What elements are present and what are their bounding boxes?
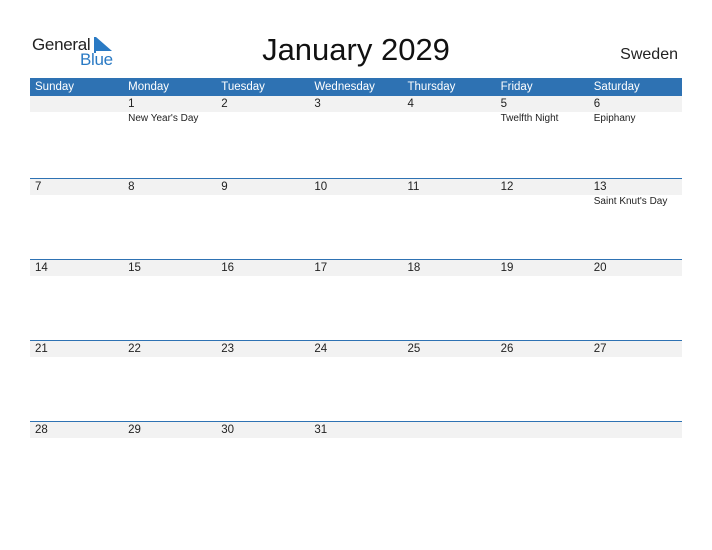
- weekday-header-friday: Friday: [500, 81, 533, 93]
- weekday-header-tuesday: Tuesday: [221, 81, 265, 93]
- week-row: 1 2 3 4 5 6 New Year's Day Twelfth Night Epiphan…: [30, 96, 682, 177]
- day-number: 17: [314, 262, 328, 274]
- day-number: [496, 422, 589, 438]
- day-number: 30: [221, 424, 235, 436]
- day-number: 6: [593, 98, 601, 110]
- date-number-row: 14 15 16 17 18 19 20: [30, 260, 682, 276]
- day-number: 31: [314, 424, 328, 436]
- date-number-row: 28 29 30 31: [30, 422, 682, 438]
- day-number: 21: [35, 343, 48, 355]
- holiday-label: [216, 112, 309, 126]
- holiday-label: Epiphany: [593, 113, 636, 124]
- date-number-row: 21 22 23 24 25 26 27: [30, 341, 682, 357]
- week-row: 7 8 9 10 11 12 13 Saint Knut's Day: [30, 178, 682, 260]
- day-number: 12: [500, 181, 514, 193]
- holiday-label: [309, 195, 402, 209]
- holiday-label: [403, 112, 496, 126]
- day-number: 2: [221, 98, 228, 110]
- week-row: 21 22 23 24 25 26 27: [30, 340, 682, 422]
- holiday-label: New Year's Day: [128, 113, 199, 124]
- day-number: 24: [314, 343, 328, 355]
- day-number: 14: [35, 262, 48, 274]
- holiday-label: [30, 112, 123, 126]
- day-number: 16: [221, 262, 235, 274]
- holiday-label: [216, 195, 309, 209]
- holiday-label: [496, 195, 589, 209]
- weekday-header-sunday: Sunday: [35, 81, 75, 93]
- day-number: [30, 96, 123, 112]
- holiday-label: [309, 112, 402, 126]
- week-row: 14 15 16 17 18 19 20: [30, 259, 682, 341]
- day-number: 11: [407, 181, 420, 193]
- day-number: 1: [128, 98, 135, 110]
- weekday-header-monday: Monday: [128, 81, 170, 93]
- event-row: New Year's Day Twelfth Night Epiphany: [30, 112, 682, 126]
- day-number: 8: [128, 181, 135, 193]
- day-number: [403, 422, 496, 438]
- day-number: 15: [128, 262, 141, 274]
- day-number: 19: [500, 262, 514, 274]
- weekday-header-saturday: Saturday: [593, 81, 640, 93]
- week-row: 28 29 30 31: [30, 421, 682, 503]
- holiday-label: [123, 195, 216, 209]
- weekday-header-row: Sunday Monday Tuesday Wednesday Thursday…: [30, 78, 682, 96]
- day-number: 22: [128, 343, 141, 355]
- weekday-header-thursday: Thursday: [407, 81, 456, 93]
- day-number: 26: [500, 343, 514, 355]
- weekday-header-wednesday: Wednesday: [314, 81, 375, 93]
- day-number: 27: [593, 343, 607, 355]
- day-number: 5: [500, 98, 508, 110]
- day-number: 4: [407, 98, 414, 110]
- country-label: Sweden: [620, 46, 678, 63]
- event-row: Saint Knut's Day: [30, 195, 682, 209]
- day-number: 29: [128, 424, 141, 436]
- day-number: 9: [221, 181, 228, 193]
- day-number: 25: [407, 343, 421, 355]
- holiday-label: Saint Knut's Day: [593, 196, 668, 207]
- day-number: 28: [35, 424, 48, 436]
- day-number: 3: [314, 98, 321, 110]
- holiday-label: [403, 195, 496, 209]
- holiday-label: Twelfth Night: [500, 113, 559, 124]
- day-number: 7: [35, 181, 42, 193]
- date-number-row: 1 2 3 4 5 6: [30, 96, 682, 112]
- calendar-title: January 2029: [262, 32, 450, 67]
- day-number: [589, 422, 682, 438]
- day-number: 13: [593, 181, 607, 193]
- date-number-row: 7 8 9 10 11 12 13: [30, 179, 682, 195]
- day-number: 10: [314, 181, 328, 193]
- day-number: 20: [593, 262, 607, 274]
- day-number: 18: [407, 262, 421, 274]
- day-number: 23: [221, 343, 235, 355]
- holiday-label: [30, 195, 123, 209]
